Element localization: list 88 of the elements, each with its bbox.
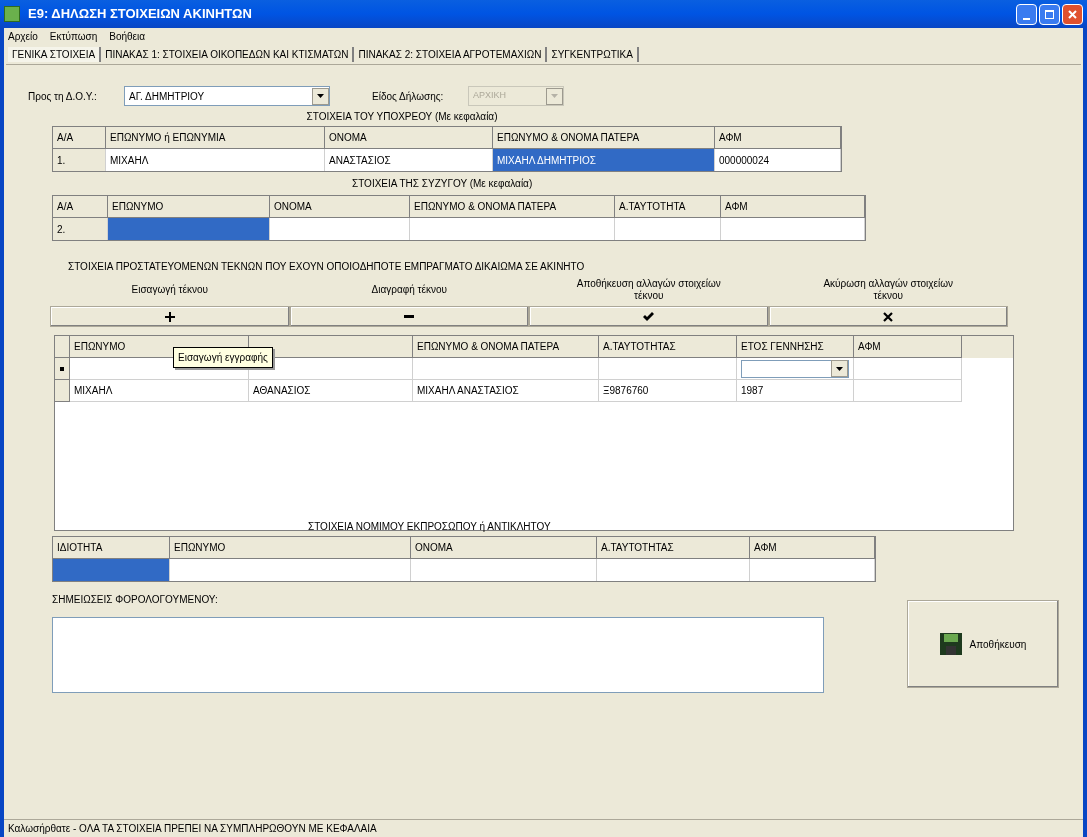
- table-cell[interactable]: 000000024: [715, 149, 841, 171]
- close-button[interactable]: [1062, 3, 1083, 25]
- plus-icon: [164, 311, 175, 322]
- table-cell[interactable]: ΜΙΧΑΗΛ ΔΗΜΗΤΡΙΟΣ: [493, 149, 715, 171]
- close-icon: [1068, 9, 1077, 19]
- action-button[interactable]: [50, 306, 290, 327]
- tab[interactable]: ΠΙΝΑΚΑΣ 2: ΣΤΟΙΧΕΙΑ ΑΓΡΟΤΕΜΑΧΙΩΝ: [354, 46, 548, 62]
- window-title: Ε9: ΔΗΛΩΣΗ ΣΤΟΙΧΕΙΩΝ ΑΚΙΝΗΤΩΝ: [28, 5, 253, 24]
- tab[interactable]: ΓΕΝΙΚΑ ΣΤΟΙΧΕΙΑ: [8, 46, 102, 62]
- field-label: Είδος Δήλωσης:: [372, 89, 445, 104]
- column-header[interactable]: ΕΤΟΣ ΓΕΝΝΗΣΗΣ: [737, 336, 854, 358]
- column-header[interactable]: ΑΦΜ: [721, 196, 865, 218]
- action-button[interactable]: [768, 306, 1008, 327]
- menu-item[interactable]: Βοήθεια: [109, 28, 146, 44]
- column-header[interactable]: ΕΠΩΝΥΜΟ: [108, 196, 270, 218]
- column-header[interactable]: Α/Α: [53, 196, 108, 218]
- action-label: Ακύρωση αλλαγών στοιχείων τέκνου: [822, 277, 955, 303]
- table-cell[interactable]: [721, 218, 865, 240]
- table-cell[interactable]: [410, 218, 615, 240]
- dropdown-button[interactable]: [312, 87, 329, 105]
- table-cell[interactable]: ΜΙΧΑΗΛ ΑΝΑΣΤΑΣΙΟΣ: [413, 380, 599, 402]
- column-header[interactable]: ΑΦΜ: [750, 537, 875, 559]
- table-cell[interactable]: [737, 358, 854, 380]
- column-header[interactable]: Α.ΤΑΥΤΟΤΗΤΑΣ: [599, 336, 737, 358]
- table-cell[interactable]: ΑΘΑΝΑΣΙΟΣ: [249, 380, 413, 402]
- table-cell[interactable]: [411, 559, 597, 581]
- column-header[interactable]: ΟΝΟΜΑ: [270, 196, 410, 218]
- column-header[interactable]: ΙΔΙΟΤΗΤΑ: [53, 537, 170, 559]
- column-header[interactable]: Α/Α: [53, 127, 106, 149]
- action-button[interactable]: [289, 306, 529, 327]
- menu-item[interactable]: Αρχείο: [8, 28, 38, 44]
- table-cell[interactable]: [854, 358, 962, 380]
- table-cell[interactable]: [615, 218, 721, 240]
- table-cell[interactable]: ΜΙΧΑΗΛ: [70, 380, 249, 402]
- column-header[interactable]: ΟΝΟΜΑ: [325, 127, 493, 149]
- section-heading: ΣΤΟΙΧΕΙΑ ΤΗΣ ΣΥΖΥΓΟΥ (Με κεφαλαία): [352, 177, 533, 191]
- notes-field[interactable]: [52, 617, 824, 693]
- tooltip: Εισαγωγή εγγραφής: [173, 347, 273, 368]
- table-cell[interactable]: Ξ9876760: [599, 380, 737, 402]
- new-row-marker-icon: [60, 366, 64, 371]
- column-header[interactable]: ΟΝΟΜΑ: [411, 537, 597, 559]
- field-label: Προς τη Δ.Ο.Υ.:: [28, 89, 98, 104]
- table-cell[interactable]: [597, 559, 750, 581]
- section-heading: ΣΤΟΙΧΕΙΑ ΤΟΥ ΥΠΟΧΡΕΟΥ (Με κεφαλαία): [305, 110, 499, 124]
- table-cell[interactable]: [53, 559, 170, 581]
- caret-icon: [317, 94, 324, 98]
- column-header[interactable]: ΕΠΩΝΥΜΟ & ΟΝΟΜΑ ΠΑΤΕΡΑ: [410, 196, 615, 218]
- table-cell[interactable]: [270, 218, 410, 240]
- tax-office-dropdown[interactable]: ΑΓ. ΔΗΜΗΤΡΙΟΥ: [124, 86, 330, 106]
- check-icon: [643, 312, 655, 321]
- table-cell[interactable]: [170, 559, 411, 581]
- caret-icon: [836, 366, 843, 371]
- action-label: Εισαγωγή τέκνου: [130, 283, 209, 297]
- table-cell[interactable]: [599, 358, 737, 380]
- close-icon: [883, 311, 894, 322]
- row-header[interactable]: [55, 358, 70, 380]
- action-label: Διαγραφή τέκνου: [370, 283, 448, 297]
- field-label: ΣΗΜΕΙΩΣΕΙΣ ΦΟΡΟΛΟΓΟΥΜΕΝΟΥ:: [52, 593, 219, 607]
- column-header[interactable]: ΕΠΩΝΥΜΟ: [170, 537, 411, 559]
- action-button[interactable]: [529, 306, 769, 327]
- table-cell[interactable]: 1987: [737, 380, 854, 402]
- column-header[interactable]: ΕΠΩΝΥΜΟ ή ΕΠΩΝΥΜΙΑ: [106, 127, 325, 149]
- status-bar: Καλωσήρθατε - ΟΛΑ ΤΑ ΣΤΟΙΧΕΙΑ ΠΡΕΠΕΙ ΝΑ ΣΥΜΠΛΗΡΩΘΟΥΝ ΜΕ ΚΕΦΑΛΑΙΑ: [4, 819, 1083, 837]
- table-cell[interactable]: ΜΙΧΑΗΛ: [106, 149, 325, 171]
- column-header[interactable]: ΑΦΜ: [715, 127, 841, 149]
- minimize-button[interactable]: [1016, 3, 1037, 25]
- tab[interactable]: ΣΥΓΚΕΝΤΡΩΤΙΚΑ: [547, 46, 639, 62]
- table-cell[interactable]: ΑΝΑΣΤΑΣΙΟΣ: [325, 149, 493, 171]
- column-header[interactable]: ΕΠΩΝΥΜΟ & ΟΝΟΜΑ ΠΑΤΕΡΑ: [493, 127, 715, 149]
- table-cell[interactable]: [854, 380, 962, 402]
- app-icon: [4, 6, 20, 22]
- section-heading: ΣΤΟΙΧΕΙΑ ΠΡΟΣΤΑΤΕΥΟΜΕΝΩΝ ΤΕΚΝΩΝ ΠΟΥ ΕΧΟΥΝ ΟΠΟΙΟΔΗΠΟΤΕ ΕΜΠΡΑΓΜΑΤΟ ΔΙΚΑΙΩΜΑ ΣΕ ΑΚΙΝΗΤΟ: [68, 260, 585, 274]
- column-header[interactable]: ΑΦΜ: [854, 336, 962, 358]
- action-label: Αποθήκευση αλλαγών στοιχείων τέκνου: [575, 277, 722, 303]
- table-cell[interactable]: [413, 358, 599, 380]
- menu-item[interactable]: Εκτύπωση: [49, 28, 98, 44]
- caret-icon: [551, 94, 558, 98]
- maximize-button[interactable]: [1039, 3, 1060, 25]
- save-button[interactable]: Αποθήκευση: [907, 600, 1059, 688]
- tab[interactable]: ΠΙΝΑΚΑΣ 1: ΣΤΟΙΧΕΙΑ ΟΙΚΟΠΕΔΩΝ ΚΑΙ ΚΤΙΣΜΑΤΩΝ: [101, 46, 355, 62]
- table-cell[interactable]: [108, 218, 270, 240]
- column-header[interactable]: Α.ΤΑΥΤΟΤΗΤΑΣ: [597, 537, 750, 559]
- minus-icon: [404, 315, 415, 318]
- section-heading: ΣΤΟΙΧΕΙΑ ΝΟΜΙΜΟΥ ΕΚΠΡΟΣΩΠΟΥ ή ΑΝΤΙΚΛΗΤΟΥ: [308, 520, 551, 534]
- dropdown-button[interactable]: [831, 360, 848, 377]
- table-cell[interactable]: [750, 559, 875, 581]
- column-header[interactable]: Α.ΤΑΥΤΟΤΗΤΑ: [615, 196, 721, 218]
- column-header[interactable]: ΕΠΩΝΥΜΟ & ΟΝΟΜΑ ΠΑΤΕΡΑ: [413, 336, 599, 358]
